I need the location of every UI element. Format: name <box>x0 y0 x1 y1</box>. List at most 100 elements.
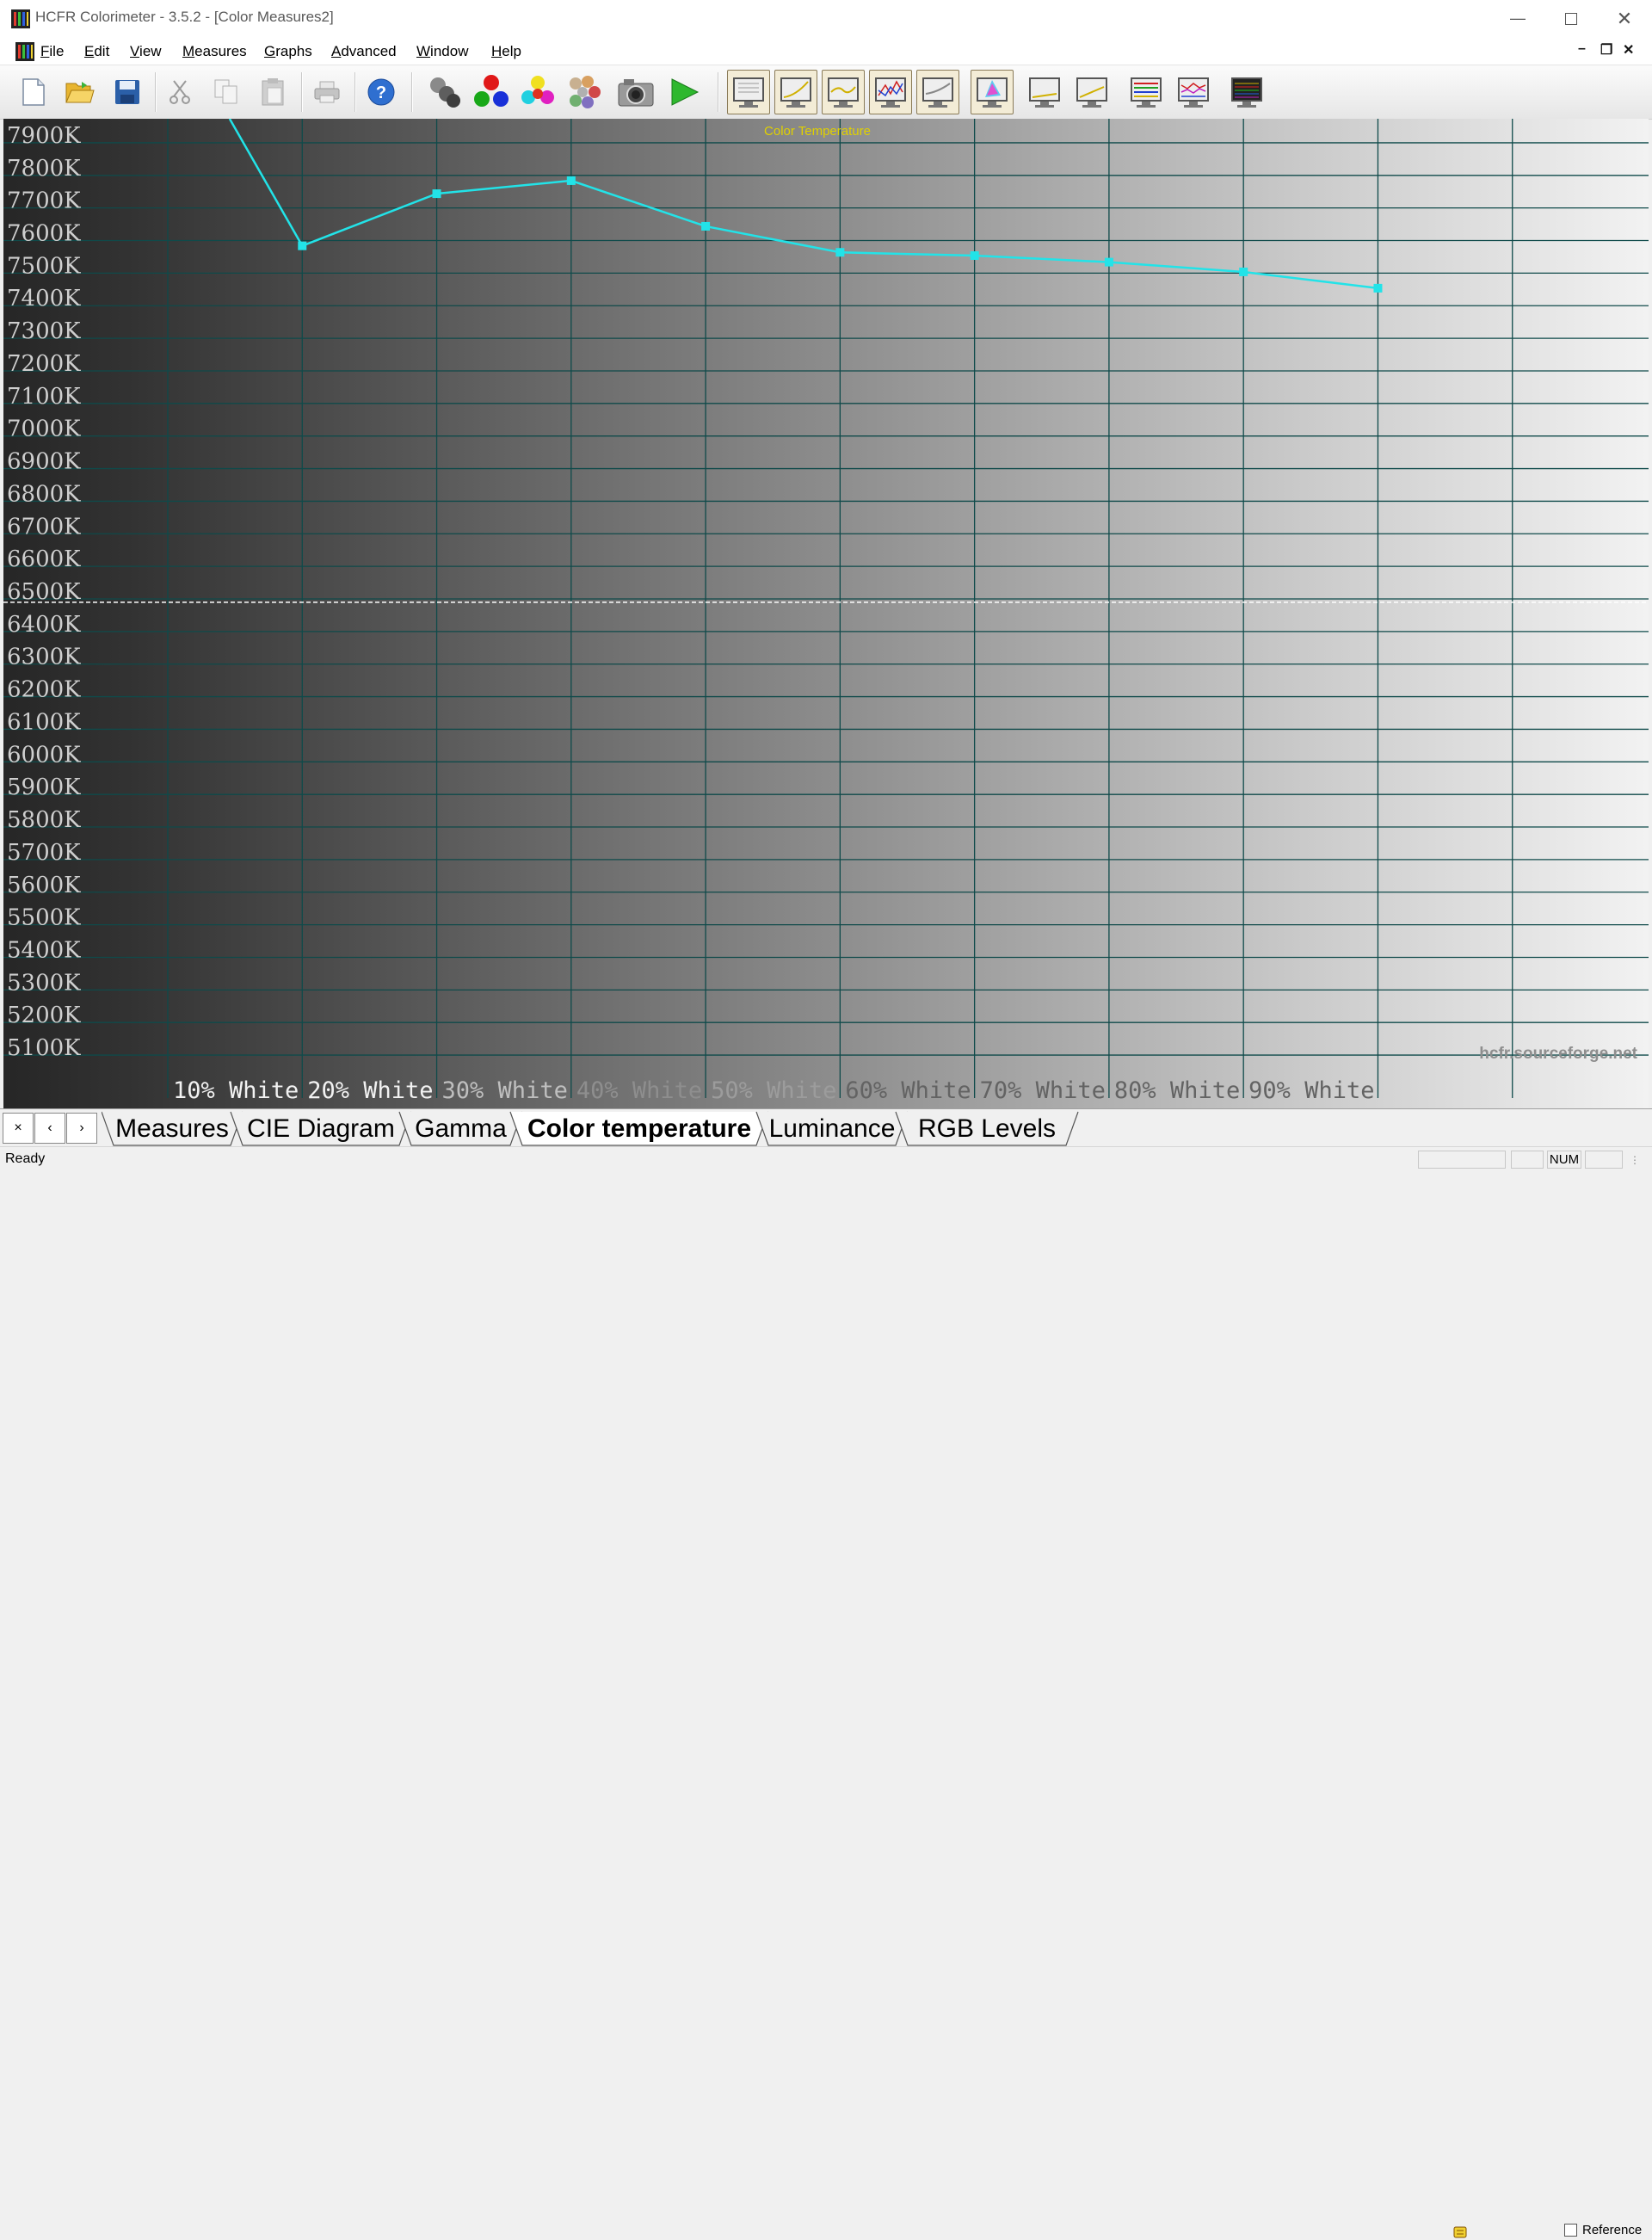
menu-advanced[interactable]: Advanced <box>331 43 397 60</box>
mdi-restore-icon[interactable]: ❐ <box>1600 41 1612 59</box>
chart-title: Color Temperature <box>764 124 871 139</box>
graph-view-1-icon <box>733 77 764 108</box>
help-button[interactable]: ? <box>361 72 401 112</box>
window-title: HCFR Colorimeter - 3.5.2 - [Color Measur… <box>35 9 334 25</box>
mdi-close-icon[interactable]: ✕ <box>1623 41 1634 59</box>
reference-checkbox-label: Reference <box>1582 2223 1643 2237</box>
menu-measures[interactable]: Measures <box>182 43 247 60</box>
minimize-button[interactable]: — <box>1491 0 1544 37</box>
camera-button[interactable] <box>616 72 656 112</box>
data-point[interactable] <box>432 189 441 199</box>
y-tick-label: 5100K <box>7 1035 81 1061</box>
y-tick-label: 7900K <box>7 123 81 149</box>
chart-watermark: hcfr.sourceforge.net <box>1479 1045 1637 1063</box>
y-tick-label: 6000K <box>7 742 81 768</box>
resize-grip-icon[interactable]: ⋮ <box>1630 1154 1640 1166</box>
monitor-button[interactable] <box>1227 72 1267 112</box>
new-button[interactable] <box>14 72 53 112</box>
x-tick-label: 80% White <box>1114 1077 1240 1104</box>
tab-rgb-levels[interactable]: RGB Levels <box>895 1111 1079 1146</box>
y-tick-label: 6400K <box>7 612 81 638</box>
tab-strip: Measures CIE Diagram Gamma Color temperatur… <box>102 1111 1079 1146</box>
graph-view-2-icon <box>780 77 811 108</box>
tab-cie-diagram[interactable]: CIE Diagram <box>230 1111 412 1146</box>
x-tick-label: 30% White <box>442 1077 568 1104</box>
save-button[interactable] <box>108 72 147 112</box>
menu-graphs[interactable]: Graphs <box>264 43 312 60</box>
multi-graph-button[interactable] <box>1174 72 1213 112</box>
maximize-button[interactable] <box>1544 0 1598 37</box>
y-tick-label: 6900K <box>7 449 81 475</box>
prev-tab-button[interactable]: ‹ <box>34 1113 65 1144</box>
y-tick-label: 7400K <box>7 286 81 312</box>
graph-view-2-button[interactable] <box>774 70 817 114</box>
close-tab-button[interactable]: × <box>3 1113 34 1144</box>
camera-icon <box>618 79 654 107</box>
data-point[interactable] <box>566 176 576 185</box>
data-point[interactable] <box>298 241 307 250</box>
menu-window[interactable]: Window <box>416 43 468 60</box>
graph-view-5-button[interactable] <box>916 70 959 114</box>
tab-label: Color temperature <box>527 1114 751 1143</box>
x-tick-label: 90% White <box>1248 1077 1374 1104</box>
status-bar: Ready NUM ⋮ <box>0 1146 1652 1171</box>
y-tick-label: 7800K <box>7 156 81 182</box>
menu-edit[interactable]: Edit <box>84 43 109 60</box>
print-button[interactable] <box>307 72 347 112</box>
menu-file[interactable]: File <box>40 43 64 60</box>
graph-view-4-button[interactable] <box>869 70 912 114</box>
open-icon <box>65 82 95 103</box>
secondaries-button[interactable] <box>518 72 558 112</box>
data-point[interactable] <box>835 248 845 257</box>
graph-view-6-button[interactable] <box>1025 72 1064 112</box>
cie-view-button[interactable] <box>971 70 1014 114</box>
play-icon <box>671 78 700 106</box>
primaries-button[interactable] <box>472 72 511 112</box>
colors-button[interactable] <box>564 72 604 112</box>
graph-view-3-button[interactable] <box>822 70 865 114</box>
cut-button[interactable] <box>160 72 200 112</box>
mdi-minimize-icon[interactable]: – <box>1578 41 1586 57</box>
document-icon[interactable] <box>15 42 34 61</box>
x-tick-label: 70% White <box>980 1077 1106 1104</box>
sensor-status-icon <box>1453 2226 1467 2238</box>
app-icon <box>11 9 30 28</box>
x-tick-label: 40% White <box>576 1077 702 1104</box>
reference-checkbox[interactable]: Reference <box>1564 2223 1642 2237</box>
data-point[interactable] <box>970 251 979 261</box>
x-tick-label: 50% White <box>711 1077 836 1104</box>
title-bar: HCFR Colorimeter - 3.5.2 - [Color Measur… <box>0 0 1652 37</box>
close-button[interactable]: ✕ <box>1598 0 1651 37</box>
menu-help[interactable]: Help <box>491 43 521 60</box>
graph-view-1-button[interactable] <box>727 70 770 114</box>
data-point[interactable] <box>1239 267 1248 276</box>
tab-label: Measures <box>115 1114 229 1143</box>
next-tab-button[interactable]: › <box>66 1113 97 1144</box>
y-tick-label: 7700K <box>7 188 81 214</box>
tab-measures[interactable]: Measures <box>102 1111 243 1146</box>
play-button[interactable] <box>664 72 704 112</box>
rgb-levels-button[interactable] <box>1126 72 1166 112</box>
data-point[interactable] <box>701 221 711 231</box>
tab-gamma[interactable]: Gamma <box>398 1111 523 1146</box>
tab-bar: × ‹ › Measures CIE Diagram Gamma Color temp… <box>0 1108 1652 2238</box>
y-tick-label: 6500K <box>7 579 81 605</box>
data-point[interactable] <box>1104 257 1113 267</box>
tab-label: Luminance <box>769 1114 896 1143</box>
copy-button[interactable] <box>206 72 246 112</box>
sensor-button[interactable] <box>425 72 465 112</box>
color-temperature-graph[interactable]: 5100K 5200K 5300K 5400K 5500K 5600K 5700K 5800K… <box>3 118 1649 1108</box>
graph-view-7-icon <box>1076 77 1107 108</box>
paste-button[interactable] <box>253 72 293 112</box>
reference-checkbox-box[interactable] <box>1564 2224 1577 2237</box>
open-button[interactable] <box>60 72 100 112</box>
multi-graph-icon <box>1178 77 1209 108</box>
graph-view-7-button[interactable] <box>1072 72 1112 112</box>
minimize-icon: — <box>1510 9 1526 27</box>
status-text: Ready <box>5 1151 46 1166</box>
menu-view[interactable]: View <box>130 43 162 60</box>
y-tick-label: 5600K <box>7 873 81 898</box>
tab-color-temperature[interactable]: Color temperature <box>509 1111 769 1146</box>
data-point[interactable] <box>1373 283 1383 293</box>
tab-luminance[interactable]: Luminance <box>755 1111 909 1146</box>
